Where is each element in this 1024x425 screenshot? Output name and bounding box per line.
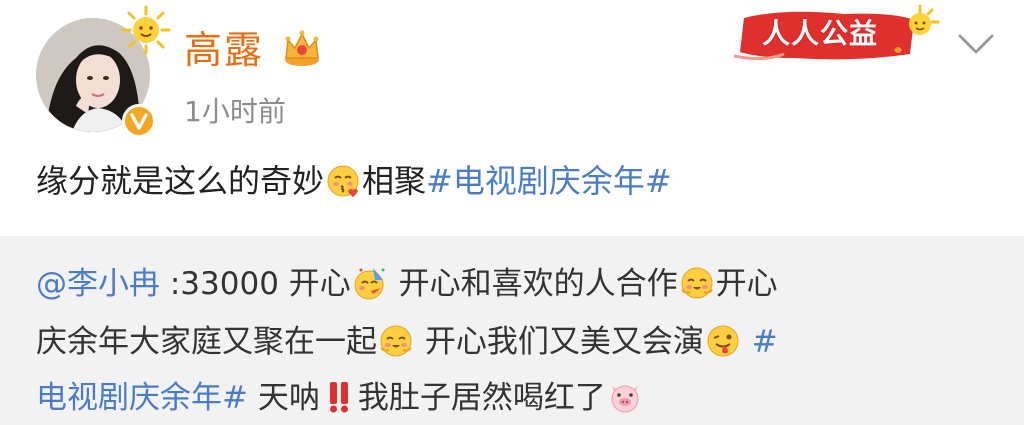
hashtag-link[interactable]: # <box>742 324 778 360</box>
weibo-post-card: 高露 1小时前 人人公益 缘分就是这么的奇妙 相聚#电视剧庆余年# @李小冉:… <box>0 0 1024 425</box>
repost-line-1: @李小冉 :33000 开心 开心和喜欢的人合作 开心 <box>36 262 778 306</box>
repost-text: 我肚子居然喝红了 <box>357 380 606 416</box>
mention-link[interactable]: @李小冉 <box>36 266 160 302</box>
pig-emoji-icon <box>608 380 642 414</box>
repost-text: 开心 <box>715 266 778 302</box>
hashtag-link[interactable]: 电视剧庆余年# <box>36 380 248 416</box>
crown-icon[interactable] <box>280 28 324 68</box>
hashtag-link[interactable]: #电视剧庆余年# <box>426 162 672 200</box>
avatar-container[interactable] <box>36 5 171 138</box>
happy-emoji-icon <box>680 266 714 300</box>
happy-emoji-icon <box>379 324 413 358</box>
post-timestamp[interactable]: 1小时前 <box>184 92 286 132</box>
tongue-emoji-icon <box>706 324 740 358</box>
double-exclamation-icon <box>322 380 356 414</box>
sun-icon <box>120 4 172 56</box>
repost-line-3: 电视剧庆余年# 天呐 我肚子居然喝红了 <box>36 376 644 420</box>
repost-block[interactable]: @李小冉 :33000 开心 开心和喜欢的人合作 开心 庆余年大家庭又聚在一起 开… <box>0 236 1024 425</box>
repost-text: :33000 开心 <box>160 266 351 302</box>
charity-badge[interactable]: 人人公益 <box>724 4 944 64</box>
repost-text: 开心和喜欢的人合作 <box>388 266 678 302</box>
repost-text: 庆余年大家庭又聚在一起 <box>36 324 377 360</box>
repost-text: 开心我们又美又会演 <box>415 324 704 360</box>
username-link[interactable]: 高露 <box>184 26 264 74</box>
kiss-emoji-icon <box>326 164 360 198</box>
repost-line-2: 庆余年大家庭又聚在一起 开心我们又美又会演 # <box>36 320 778 364</box>
chevron-down-icon[interactable] <box>954 30 998 58</box>
post-text-part1: 缘分就是这么的奇妙 <box>36 162 325 200</box>
repost-text: 天呐 <box>247 380 320 416</box>
charity-label: 人人公益 <box>762 17 879 50</box>
post-text-part2: 相聚 <box>362 162 427 200</box>
post-content: 缘分就是这么的奇妙 相聚#电视剧庆余年# <box>36 158 672 204</box>
party-emoji-icon <box>353 266 387 300</box>
verified-v-icon <box>122 104 156 138</box>
